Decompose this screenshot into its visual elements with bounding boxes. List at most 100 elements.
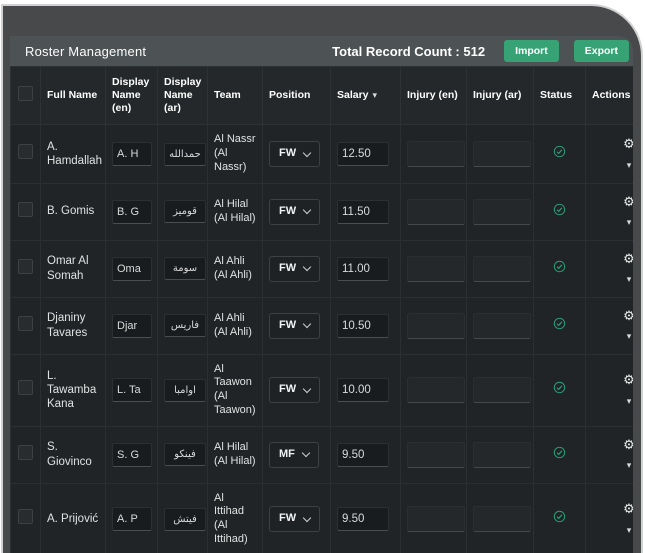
injury-en-input[interactable] xyxy=(407,441,465,468)
injury-en-input[interactable] xyxy=(407,141,465,167)
injury-en-input[interactable] xyxy=(407,506,465,533)
injury-en-input[interactable] xyxy=(407,377,465,404)
status-active-icon xyxy=(553,317,566,334)
export-button[interactable]: Export xyxy=(573,40,629,62)
team-cell: Al Ahli (Al Ahli) xyxy=(207,239,263,298)
position-value: FW xyxy=(279,318,297,331)
injury-ar-input[interactable] xyxy=(473,198,531,225)
settings-cogs-icon[interactable]: ⚙⚙ xyxy=(623,137,633,150)
row-checkbox[interactable] xyxy=(18,315,33,331)
position-select[interactable]: FW xyxy=(269,312,321,339)
chevron-down-icon xyxy=(302,319,312,329)
salary-input[interactable] xyxy=(337,507,389,532)
settings-cogs-icon[interactable]: ⚙⚙ xyxy=(623,195,633,208)
row-checkbox[interactable] xyxy=(18,380,33,396)
settings-cogs-icon[interactable]: ⚙⚙ xyxy=(623,252,633,265)
team-cell: Al Ittihad (Al Ittihad) xyxy=(207,482,263,553)
injury-ar-input[interactable] xyxy=(473,312,531,339)
position-select[interactable]: FW xyxy=(269,506,321,532)
injury-ar-input[interactable] xyxy=(473,377,531,404)
table-row: A. Hamdallah Al Nassr (Al Nassr) FW ⚙⚙ ▾ xyxy=(10,124,633,184)
table-body: A. Hamdallah Al Nassr (Al Nassr) FW ⚙⚙ ▾ xyxy=(10,124,633,553)
settings-cogs-icon[interactable]: ⚙⚙ xyxy=(623,438,633,451)
display-name-ar-input[interactable] xyxy=(164,443,206,467)
table-row: A. Prijović Al Ittihad (Al Ittihad) FW ⚙… xyxy=(10,482,633,553)
injury-ar-input[interactable] xyxy=(473,141,531,167)
column-header-salary-sort[interactable]: Salary ▾ xyxy=(330,65,401,126)
settings-cogs-icon[interactable]: ⚙⚙ xyxy=(623,373,633,386)
titlebar-actions: Total Record Count : 512 Import Export xyxy=(332,40,629,62)
row-actions-dropdown-icon[interactable]: ▾ xyxy=(592,331,633,342)
position-value: MF xyxy=(279,447,295,460)
display-name-en-input[interactable] xyxy=(112,442,152,467)
injury-ar-input[interactable] xyxy=(473,441,531,468)
position-value: FW xyxy=(279,512,297,525)
status-active-icon xyxy=(553,145,566,162)
injury-ar-input[interactable] xyxy=(473,506,531,533)
salary-input[interactable] xyxy=(337,142,389,166)
position-value: FW xyxy=(279,147,297,160)
row-checkbox[interactable] xyxy=(18,201,33,217)
row-actions-dropdown-icon[interactable]: ▾ xyxy=(592,217,633,228)
row-checkbox[interactable] xyxy=(18,144,33,160)
row-checkbox[interactable] xyxy=(18,509,33,525)
chevron-down-icon xyxy=(302,513,312,522)
row-actions-dropdown-icon[interactable]: ▾ xyxy=(592,274,633,285)
display-name-ar-input[interactable] xyxy=(164,507,206,531)
injury-en-input[interactable] xyxy=(407,198,465,225)
team-cell: Al Hilal (Al Hilal) xyxy=(207,425,263,484)
chevron-down-icon xyxy=(302,148,312,157)
sort-desc-icon: ▾ xyxy=(372,90,378,101)
salary-input[interactable] xyxy=(337,313,389,338)
import-button[interactable]: Import xyxy=(504,40,559,62)
display-name-ar-input[interactable] xyxy=(164,257,206,281)
full-name-cell: S. Giovinco xyxy=(40,425,106,484)
salary-header-label: Salary xyxy=(337,89,369,102)
display-name-ar-input[interactable] xyxy=(164,378,206,402)
position-select[interactable]: FW xyxy=(269,141,321,167)
salary-input[interactable] xyxy=(337,378,389,403)
table-row: B. Gomis Al Hilal (Al Hilal) FW ⚙⚙ ▾ xyxy=(10,182,633,241)
position-select[interactable]: FW xyxy=(269,198,321,225)
select-all-checkbox[interactable] xyxy=(18,86,33,102)
salary-input[interactable] xyxy=(337,442,389,467)
injury-ar-input[interactable] xyxy=(473,255,531,282)
team-cell: Al Hilal (Al Hilal) xyxy=(207,182,263,241)
display-name-ar-input[interactable] xyxy=(164,200,206,224)
roster-table: Full Name Display Name (en) Display Name… xyxy=(10,65,633,553)
row-checkbox[interactable] xyxy=(18,444,33,460)
position-select[interactable]: FW xyxy=(269,377,321,403)
position-select[interactable]: MF xyxy=(269,441,319,468)
row-actions-dropdown-icon[interactable]: ▾ xyxy=(592,396,633,407)
settings-cogs-icon[interactable]: ⚙⚙ xyxy=(623,502,633,515)
display-name-en-input[interactable] xyxy=(112,507,152,532)
display-name-ar-input[interactable] xyxy=(164,142,206,166)
row-actions-dropdown-icon[interactable]: ▾ xyxy=(592,525,633,536)
display-name-en-input[interactable] xyxy=(112,142,152,166)
injury-en-input[interactable] xyxy=(407,255,465,282)
titlebar: Roster Management Total Record Count : 5… xyxy=(10,36,633,66)
status-active-icon xyxy=(553,203,566,220)
position-value: FW xyxy=(279,261,297,274)
row-actions-dropdown-icon[interactable]: ▾ xyxy=(592,160,633,171)
full-name-cell: B. Gomis xyxy=(40,182,106,241)
column-header-display-name-en: Display Name (en) xyxy=(105,65,158,126)
row-checkbox[interactable] xyxy=(18,258,33,274)
display-name-en-input[interactable] xyxy=(112,199,152,224)
chevron-down-icon xyxy=(302,205,312,215)
display-name-en-input[interactable] xyxy=(112,313,152,338)
column-header-injury-ar: Injury (ar) xyxy=(466,65,534,126)
display-name-en-input[interactable] xyxy=(112,378,152,403)
salary-input[interactable] xyxy=(337,199,389,224)
full-name-cell: A. Prijović xyxy=(40,482,106,553)
position-select[interactable]: FW xyxy=(269,255,321,282)
column-header-injury-en: Injury (en) xyxy=(400,65,467,126)
settings-cogs-icon[interactable]: ⚙⚙ xyxy=(623,309,633,322)
display-name-en-input[interactable] xyxy=(112,256,152,281)
row-actions-dropdown-icon[interactable]: ▾ xyxy=(592,460,633,471)
status-active-icon xyxy=(553,446,566,463)
salary-input[interactable] xyxy=(337,256,389,281)
display-name-ar-input[interactable] xyxy=(164,314,206,338)
chevron-down-icon xyxy=(301,448,311,458)
injury-en-input[interactable] xyxy=(407,312,465,339)
